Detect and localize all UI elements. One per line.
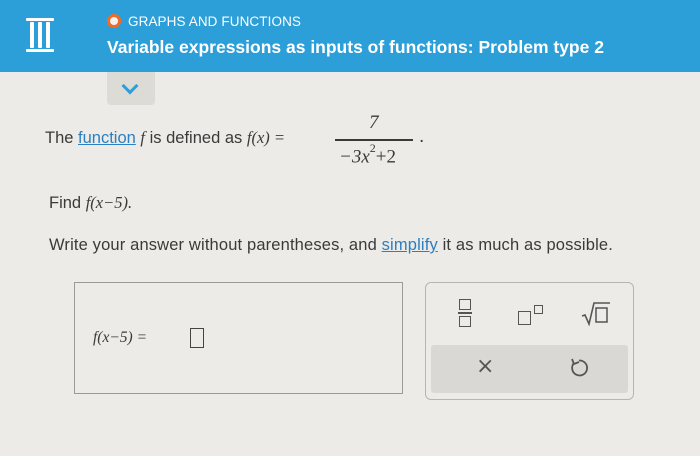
find-expression: f(x−5). xyxy=(85,193,133,212)
exponent-icon[interactable] xyxy=(518,303,548,329)
intro-text: The xyxy=(45,129,74,147)
function-lhs: f(x) = xyxy=(246,128,286,147)
function-fraction: 7 −3x2+2 . xyxy=(333,112,425,178)
fraction-numerator: 7 xyxy=(369,112,379,133)
function-link[interactable]: function xyxy=(78,129,136,147)
fraction-denominator: −3x2+2 xyxy=(339,141,396,168)
find-label: Find xyxy=(49,194,82,212)
top-bar: GRAPHS AND FUNCTIONS Variable expression… xyxy=(0,0,700,72)
undo-icon[interactable] xyxy=(568,357,590,379)
problem-statement: The function f is defined as f(x) = xyxy=(45,128,285,148)
find-prompt: Find f(x−5). xyxy=(49,193,132,213)
answer-input[interactable] xyxy=(190,328,204,348)
topic-row: GRAPHS AND FUNCTIONS xyxy=(107,12,301,30)
lesson-title: Variable expressions as inputs of functi… xyxy=(107,37,604,57)
answer-label: f(x−5) = xyxy=(93,329,148,346)
answer-area: f(x−5) = xyxy=(74,282,403,394)
instructions: Write your answer without parentheses, a… xyxy=(49,236,613,255)
fraction-icon[interactable] xyxy=(458,297,474,329)
chevron-down-icon xyxy=(121,77,139,95)
simplify-link[interactable]: simplify xyxy=(382,236,438,254)
instruction-text-end: it as much as possible. xyxy=(442,236,613,254)
instruction-text: Write your answer without parentheses, a… xyxy=(49,236,377,254)
math-keypad: × xyxy=(425,282,634,400)
hamburger-menu-icon[interactable] xyxy=(22,18,58,52)
keypad-action-row: × xyxy=(431,345,628,393)
function-name: f xyxy=(140,128,146,147)
status-circle-icon xyxy=(107,14,121,28)
expand-dropdown-button[interactable] xyxy=(107,72,155,105)
topic-label: GRAPHS AND FUNCTIONS xyxy=(128,13,302,29)
period: . xyxy=(419,126,425,147)
square-root-icon[interactable] xyxy=(581,301,611,327)
defined-as-text: is defined as xyxy=(149,129,243,147)
clear-button[interactable]: × xyxy=(476,354,494,379)
